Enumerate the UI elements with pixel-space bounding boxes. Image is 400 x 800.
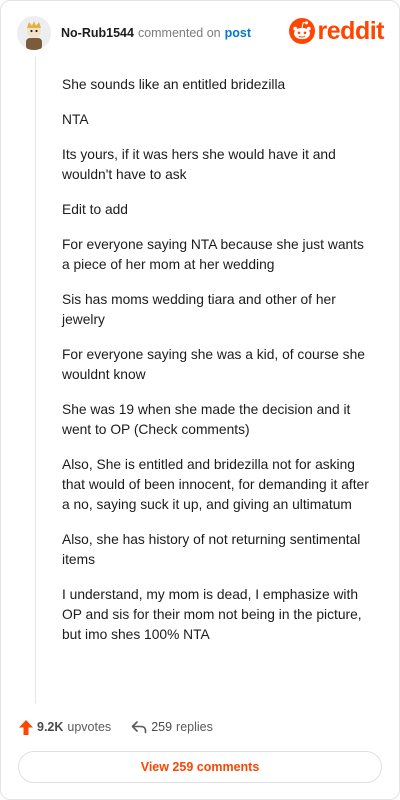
reddit-snoo-icon (288, 18, 315, 44)
upvote-count: 9.2K (37, 720, 64, 734)
comment-paragraph: For everyone saying NTA because she just… (62, 237, 364, 272)
comment-body: She sounds like an entitled bridezilla N… (62, 75, 372, 660)
comment-card: No-Rub1544 commented on post reddit She … (0, 0, 400, 800)
comment-paragraph: She sounds like an entitled bridezilla (62, 77, 286, 92)
reply-arrow-icon (131, 721, 147, 734)
reddit-wordmark: reddit (317, 16, 385, 45)
comment-action-text: commented on (137, 26, 221, 40)
upvote-arrow-icon (19, 719, 33, 735)
comment-paragraph: She was 19 when she made the decision an… (62, 402, 351, 437)
view-comments-button[interactable]: View 259 comments (18, 751, 382, 783)
reddit-logo[interactable]: reddit (288, 16, 385, 45)
upvote-label: upvotes (67, 720, 112, 734)
comment-paragraph: I understand, my mom is dead, I emphasiz… (62, 587, 362, 642)
comment-paragraph: Also, She is entitled and bridezilla not… (62, 457, 369, 512)
comment-paragraph: For everyone saying she was a kid, of co… (62, 347, 365, 382)
comment-paragraph: Also, she has history of not returning s… (62, 532, 361, 567)
comment-header: No-Rub1544 commented on post (17, 15, 251, 51)
post-link[interactable]: post (225, 26, 251, 40)
comment-paragraph: Edit to add (62, 202, 128, 217)
author-name[interactable]: No-Rub1544 (61, 26, 134, 40)
comment-paragraph: NTA (62, 112, 89, 127)
reply-count: 259 (151, 720, 173, 734)
comment-paragraph: Sis has moms wedding tiara and other of … (62, 292, 336, 327)
comment-paragraph: Its yours, if it was hers she would have… (62, 147, 336, 182)
avatar[interactable] (17, 16, 51, 50)
upvote-stat[interactable]: 9.2K upvotes (19, 719, 112, 735)
comment-footer: 9.2K upvotes 259 replies (19, 717, 213, 737)
thread-line (35, 57, 36, 703)
reply-stat[interactable]: 259 replies (131, 720, 213, 734)
reply-label: replies (176, 720, 213, 734)
